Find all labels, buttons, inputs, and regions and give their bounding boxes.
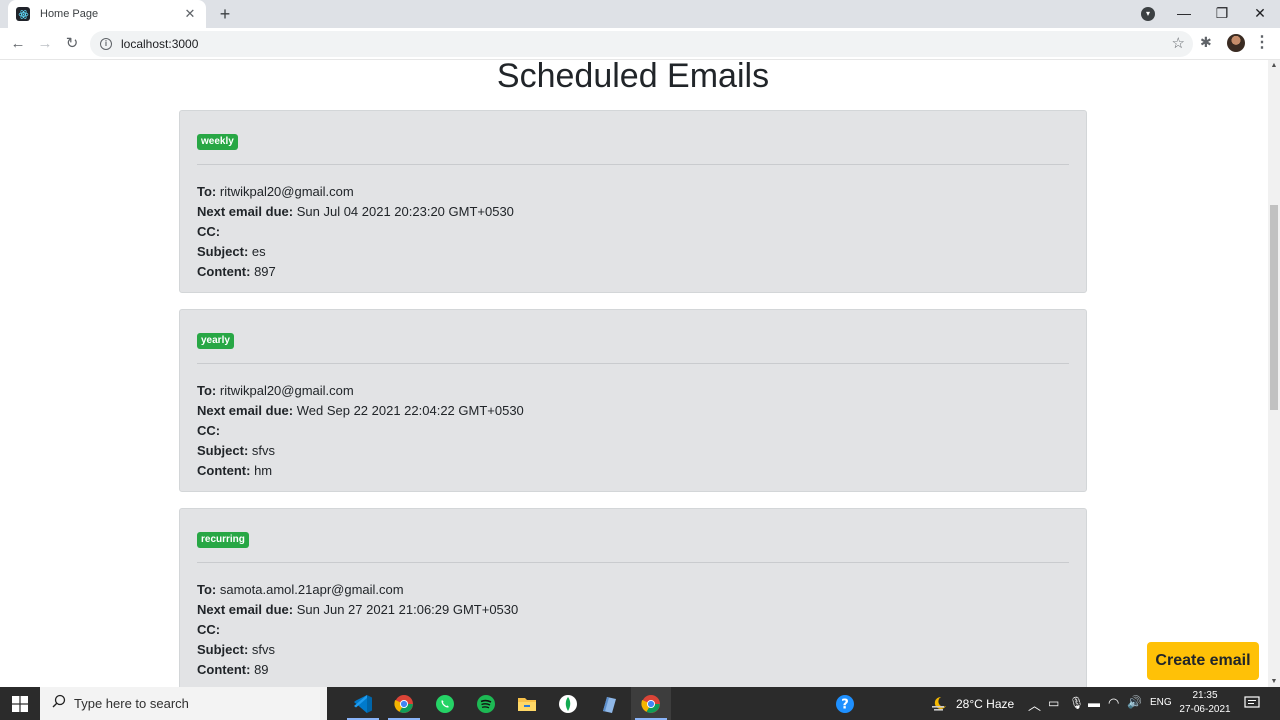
email-card: weekly To: ritwikpal20@gmail.com Next em… — [179, 110, 1087, 293]
next-due-field: Next email due: Wed Sep 22 2021 22:04:22… — [197, 403, 524, 418]
bookmark-star-icon[interactable]: ☆ — [1172, 34, 1185, 52]
address-bar[interactable]: i localhost:3000 ☆ — [90, 31, 1193, 57]
language-indicator[interactable]: ENG — [1150, 697, 1172, 708]
tab-close-icon[interactable]: ✕ — [182, 6, 198, 22]
content-field: Content: hm — [197, 463, 273, 478]
subject-field: Subject: sfvs — [197, 443, 276, 458]
forward-icon[interactable]: → — [34, 33, 56, 55]
notification-center-icon[interactable] — [1244, 695, 1260, 714]
content-field: Content: 89 — [197, 662, 269, 677]
cc-field: CC: — [197, 224, 221, 239]
show-hidden-icons-icon[interactable]: ︿ — [1028, 695, 1041, 714]
restore-button[interactable]: ❐ — [1204, 0, 1240, 28]
subject-field: Subject: sfvs — [197, 642, 276, 657]
weather-text[interactable]: 28°C Haze — [956, 697, 1014, 711]
volume-icon[interactable]: 🔊 — [1127, 695, 1142, 709]
whatsapp-icon[interactable] — [425, 687, 465, 720]
reload-icon[interactable]: ↻ — [61, 33, 83, 55]
back-icon[interactable]: ← — [7, 33, 29, 55]
email-card: recurring To: samota.amol.21apr@gmail.co… — [179, 508, 1087, 687]
site-info-icon[interactable]: i — [100, 38, 112, 50]
frequency-badge: yearly — [197, 333, 234, 349]
windows-start-icon[interactable] — [0, 687, 40, 720]
to-field: To: ritwikpal20@gmail.com — [197, 383, 354, 398]
to-field: To: samota.amol.21apr@gmail.com — [197, 582, 404, 597]
weather-icon[interactable] — [930, 695, 948, 714]
page-title: Scheduled Emails — [496, 60, 770, 95]
email-card: yearly To: ritwikpal20@gmail.com Next em… — [179, 309, 1087, 492]
create-email-button[interactable]: Create email — [1147, 642, 1259, 680]
file-explorer-icon[interactable] — [507, 687, 547, 720]
wifi-icon[interactable]: ◠ — [1108, 695, 1119, 711]
tab-search-icon[interactable]: ▾ — [1141, 7, 1155, 21]
cc-field: CC: — [197, 622, 221, 637]
clock-date: 27-06-2021 — [1179, 704, 1231, 715]
page-scrollbar[interactable]: ▲ ▼ — [1268, 60, 1280, 687]
subject-field: Subject: es — [197, 244, 266, 259]
search-placeholder: Type here to search — [74, 696, 189, 711]
profile-avatar[interactable] — [1227, 34, 1245, 52]
cc-field: CC: — [197, 423, 221, 438]
battery-icon[interactable]: ▬ — [1088, 696, 1100, 710]
scroll-down-arrow-icon[interactable]: ▼ — [1268, 678, 1280, 685]
chrome-menu-icon[interactable]: ⋮ — [1254, 32, 1270, 52]
chrome-active-icon[interactable] — [631, 687, 671, 720]
to-field: To: ritwikpal20@gmail.com — [197, 184, 354, 199]
next-due-field: Next email due: Sun Jun 27 2021 21:06:29… — [197, 602, 519, 617]
browser-tab-strip: Home Page ✕ + ▾ — ❐ ✕ — [0, 0, 1280, 28]
minimize-button[interactable]: — — [1166, 0, 1202, 28]
frequency-badge: recurring — [197, 532, 249, 548]
extensions-icon[interactable]: ✱ — [1200, 34, 1212, 51]
svg-text:?: ? — [841, 697, 849, 712]
windows-taskbar: Type here to search ? 28°C Haze ︿ ▭ 🎙 ▬ … — [0, 687, 1280, 720]
scroll-up-arrow-icon[interactable]: ▲ — [1268, 62, 1280, 69]
clock-time: 21:35 — [1192, 690, 1218, 701]
page-viewport: Scheduled Emails weekly To: ritwikpal20@… — [0, 60, 1268, 687]
tab-title: Home Page — [40, 8, 99, 20]
chrome-icon[interactable] — [384, 687, 424, 720]
card-divider — [197, 164, 1069, 165]
vscode-icon[interactable] — [343, 687, 383, 720]
meet-now-icon[interactable]: ▭ — [1048, 696, 1059, 710]
taskbar-search-box[interactable]: Type here to search — [40, 687, 327, 720]
mongodb-compass-icon[interactable] — [548, 687, 588, 720]
clock[interactable]: 21:35 27-06-2021 — [1176, 689, 1234, 717]
microphone-icon[interactable]: 🎙 — [1069, 696, 1084, 710]
help-icon[interactable]: ? — [825, 687, 865, 720]
content-field: Content: 897 — [197, 264, 276, 279]
card-divider — [197, 562, 1069, 563]
react-favicon-icon — [16, 7, 30, 21]
notepad-icon[interactable] — [589, 687, 629, 720]
spotify-icon[interactable] — [466, 687, 506, 720]
scrollbar-thumb[interactable] — [1270, 205, 1278, 410]
new-tab-button[interactable]: + — [214, 3, 236, 25]
card-divider — [197, 363, 1069, 364]
url-text: localhost:3000 — [121, 37, 199, 51]
next-due-field: Next email due: Sun Jul 04 2021 20:23:20… — [197, 204, 514, 219]
search-icon — [52, 694, 66, 713]
browser-tab[interactable]: Home Page ✕ — [8, 0, 206, 28]
close-window-button[interactable]: ✕ — [1242, 0, 1278, 28]
browser-toolbar: ← → ↻ i localhost:3000 ☆ ✱ ⋮ — [0, 28, 1280, 60]
frequency-badge: weekly — [197, 134, 238, 150]
